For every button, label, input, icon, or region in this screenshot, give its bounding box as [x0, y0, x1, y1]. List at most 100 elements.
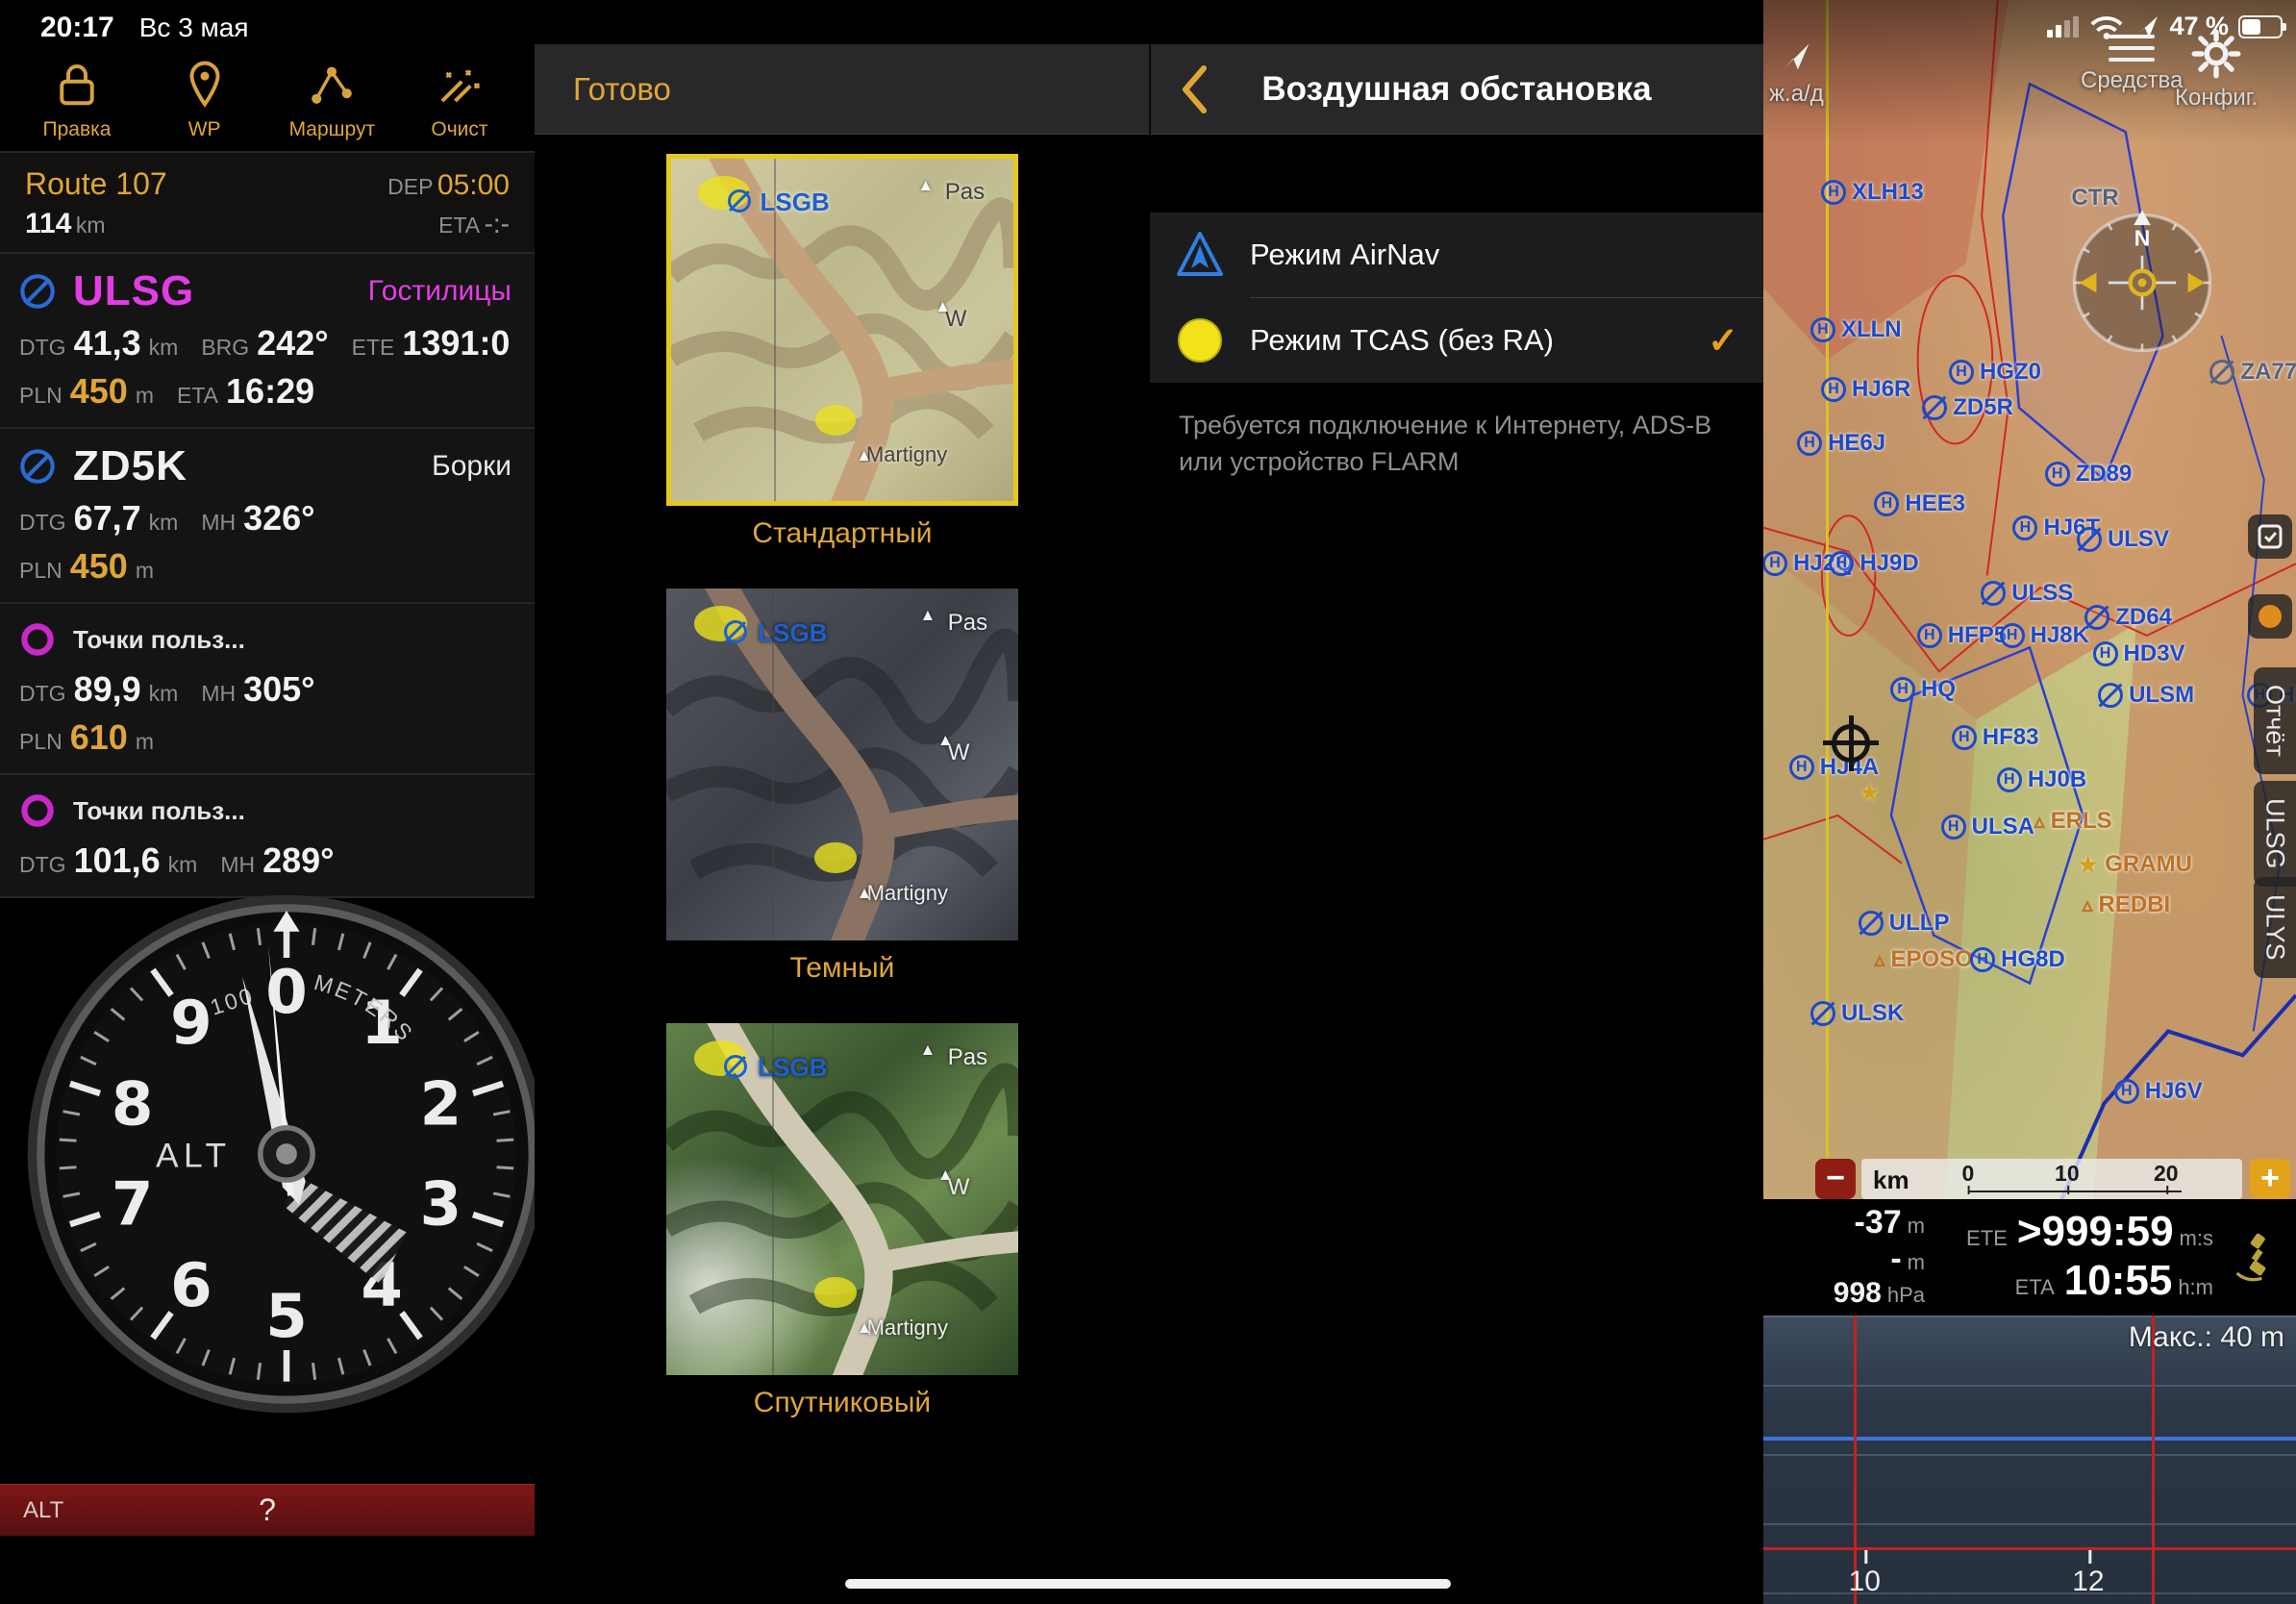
option-airnav-mode[interactable]: Режим AirNav: [1150, 213, 1763, 297]
map-marker: HHJ0B: [1997, 766, 2086, 793]
zoom-out-button[interactable]: −: [1815, 1159, 1856, 1199]
map-marker-label: ZA77: [2240, 359, 2296, 386]
svg-text:3: 3: [420, 1169, 462, 1240]
waypoint-row[interactable]: ZD5KБоркиDTG67,7kmMH326°PLN450m: [0, 429, 535, 604]
map-style-item: LSGBPasWMartigny▲▲▲Стандартный: [666, 154, 1018, 550]
route-distance-unit: km: [76, 213, 106, 238]
airport-symbol-icon: [728, 189, 751, 213]
map-marker-label: HQ: [1921, 676, 1956, 703]
map-marker: HHGZ0: [1949, 359, 2041, 386]
map-style-caption: Темный: [790, 952, 895, 985]
scale-tick: 20: [2154, 1161, 2179, 1187]
airnav-icon: [1173, 228, 1227, 282]
route-header[interactable]: Route 107 DEP 05:00 114 km ETA -:-: [0, 153, 535, 254]
tools-button[interactable]: Средства: [2081, 35, 2183, 94]
waypoint-name: Точки польз...: [73, 796, 245, 826]
waypoint-row[interactable]: Точки польз...DTG101,6kmMH289°: [0, 775, 535, 898]
toolbar-label: Очист: [431, 118, 487, 141]
moving-map[interactable]: HXLH13CTRHXLLNHHJ6RHHGZ0ZD5RZA77HHE6JHZD…: [1763, 0, 2296, 1199]
map-marker: HHD3V: [2093, 640, 2185, 667]
tab-ulsg[interactable]: ULSG: [2254, 781, 2296, 887]
map-style-list: LSGBPasWMartigny▲▲▲СтандартныйLSGBPasWMa…: [535, 135, 1150, 1458]
map-marker-label: HGZ0: [1980, 359, 2041, 386]
map-marker: HHJ6R: [1821, 376, 1910, 403]
heliport-icon: H: [1941, 815, 1966, 840]
modal-title: Воздушная обстановка: [1150, 70, 1763, 109]
compass[interactable]: N: [2058, 198, 2227, 367]
map-style-preview-standard[interactable]: LSGBPasWMartigny▲▲▲: [666, 154, 1018, 506]
preview-label-airport: LSGB: [758, 1053, 827, 1083]
done-button[interactable]: Готово: [573, 71, 671, 108]
airport-icon: [2098, 683, 2123, 708]
profile-obstacle-line: [1854, 1316, 1857, 1604]
profile-max-label: Макс.: 40 m: [2129, 1321, 2284, 1354]
waypoint-list: ULSGГостилицыDTG41,3kmBRG242°ETE1391:0PL…: [0, 254, 535, 898]
tab-ulys[interactable]: ULYS: [2254, 877, 2296, 978]
home-indicator[interactable]: [845, 1579, 1451, 1589]
map-style-preview-dark[interactable]: LSGBPasWMartigny▲▲▲: [666, 589, 1018, 940]
toolbar-clear[interactable]: Очист: [412, 58, 508, 141]
peak-icon: ▲: [920, 606, 936, 625]
waypoint-name: Точки польз...: [73, 625, 245, 655]
user-waypoint-icon: [15, 789, 60, 833]
scale-tick: 0: [1961, 1161, 1974, 1187]
map-marker-label: ULLP: [1889, 910, 1950, 937]
profile-tick: 10: [1849, 1566, 1881, 1598]
peak-icon: ▲: [917, 176, 934, 195]
map-marker-label: GRAMU: [2105, 851, 2192, 878]
profile-grid: [1763, 1316, 2296, 1604]
airport-icon: [1922, 395, 1947, 420]
map-style-item: LSGBPasWMartigny▲▲▲Спутниковый: [666, 1023, 1018, 1419]
checklist-button[interactable]: [2248, 514, 2292, 559]
route-icon: [306, 58, 358, 114]
map-marker: HZD89: [2045, 461, 2133, 488]
app-screen: 20:17 Вс 3 мая ПравкаWPМаршрутОчист Rout…: [0, 0, 2296, 1604]
toolbar-lock[interactable]: Правка: [29, 58, 125, 141]
waypoint-name: Гостилицы: [368, 275, 515, 308]
svg-text:5: 5: [265, 1281, 308, 1351]
map-marker: HXLH13: [1821, 179, 1924, 206]
preview-label-town: Martigny: [867, 1316, 948, 1341]
aircraft-symbol: [1832, 724, 1870, 763]
map-style-preview-satellite[interactable]: LSGBPasWMartigny▲▲▲: [666, 1023, 1018, 1375]
peak-icon: ▲: [857, 1318, 873, 1338]
toolbar-route[interactable]: Маршрут: [284, 58, 380, 141]
vs-value: -: [1890, 1241, 1901, 1277]
traffic-dot-icon: [2259, 605, 2282, 628]
airport-icon: [2077, 527, 2102, 552]
toolbar-pin[interactable]: WP: [157, 58, 253, 141]
options-group: Режим AirNavРежим TCAS (без RA)✓: [1150, 213, 1763, 383]
clear-icon: [434, 58, 486, 114]
waypoint-row[interactable]: ULSGГостилицыDTG41,3kmBRG242°ETE1391:0PL…: [0, 254, 535, 429]
heliport-icon: H: [1821, 180, 1846, 205]
map-marker-label: HE6J: [1828, 430, 1885, 457]
traffic-button[interactable]: [2248, 594, 2292, 639]
aircraft-icon: [1832, 724, 1870, 763]
profile-tick: 12: [2072, 1566, 2104, 1598]
heliport-icon: H: [1810, 317, 1835, 342]
elevation-profile: Макс.: 40 m 10 12: [1763, 1316, 2296, 1604]
map-marker: ★GRAMU: [2077, 850, 2192, 880]
back-button[interactable]: [1179, 64, 1210, 114]
config-button[interactable]: Конфиг.: [2175, 29, 2258, 112]
profile-terrain-line: [1763, 1547, 2296, 1550]
option-tcas-mode[interactable]: Режим TCAS (без RA)✓: [1150, 298, 1763, 383]
map-style-item: LSGBPasWMartigny▲▲▲Темный: [666, 589, 1018, 985]
peak-icon: ▲: [937, 731, 954, 750]
map-marker-label: ULSV: [2108, 526, 2169, 553]
preview-label-pass: Pas: [948, 1044, 987, 1071]
map-marker-label: HJ8K: [2031, 622, 2089, 649]
peak-icon: ▲: [937, 1165, 954, 1185]
map-marker: HHJ8K: [2000, 622, 2089, 649]
scale-tick: 10: [2055, 1161, 2080, 1187]
options-caption: Требуется подключение к Интернету, ADS-B…: [1179, 408, 1717, 481]
svg-text:9: 9: [170, 988, 212, 1058]
preview-label-town: Martigny: [867, 881, 948, 906]
tab-report[interactable]: Отчёт: [2254, 667, 2296, 774]
nearest-airfield-button[interactable]: ж.а/д: [1769, 38, 1824, 108]
option-label: Режим TCAS (без RA): [1250, 323, 1708, 358]
waypoint-star-icon: ★: [1859, 778, 1881, 808]
zoom-in-button[interactable]: +: [2250, 1159, 2290, 1199]
waypoint-row[interactable]: Точки польз...DTG89,9kmMH305°PLN610m: [0, 604, 535, 775]
map-marker-label: ULSS: [2011, 580, 2073, 607]
